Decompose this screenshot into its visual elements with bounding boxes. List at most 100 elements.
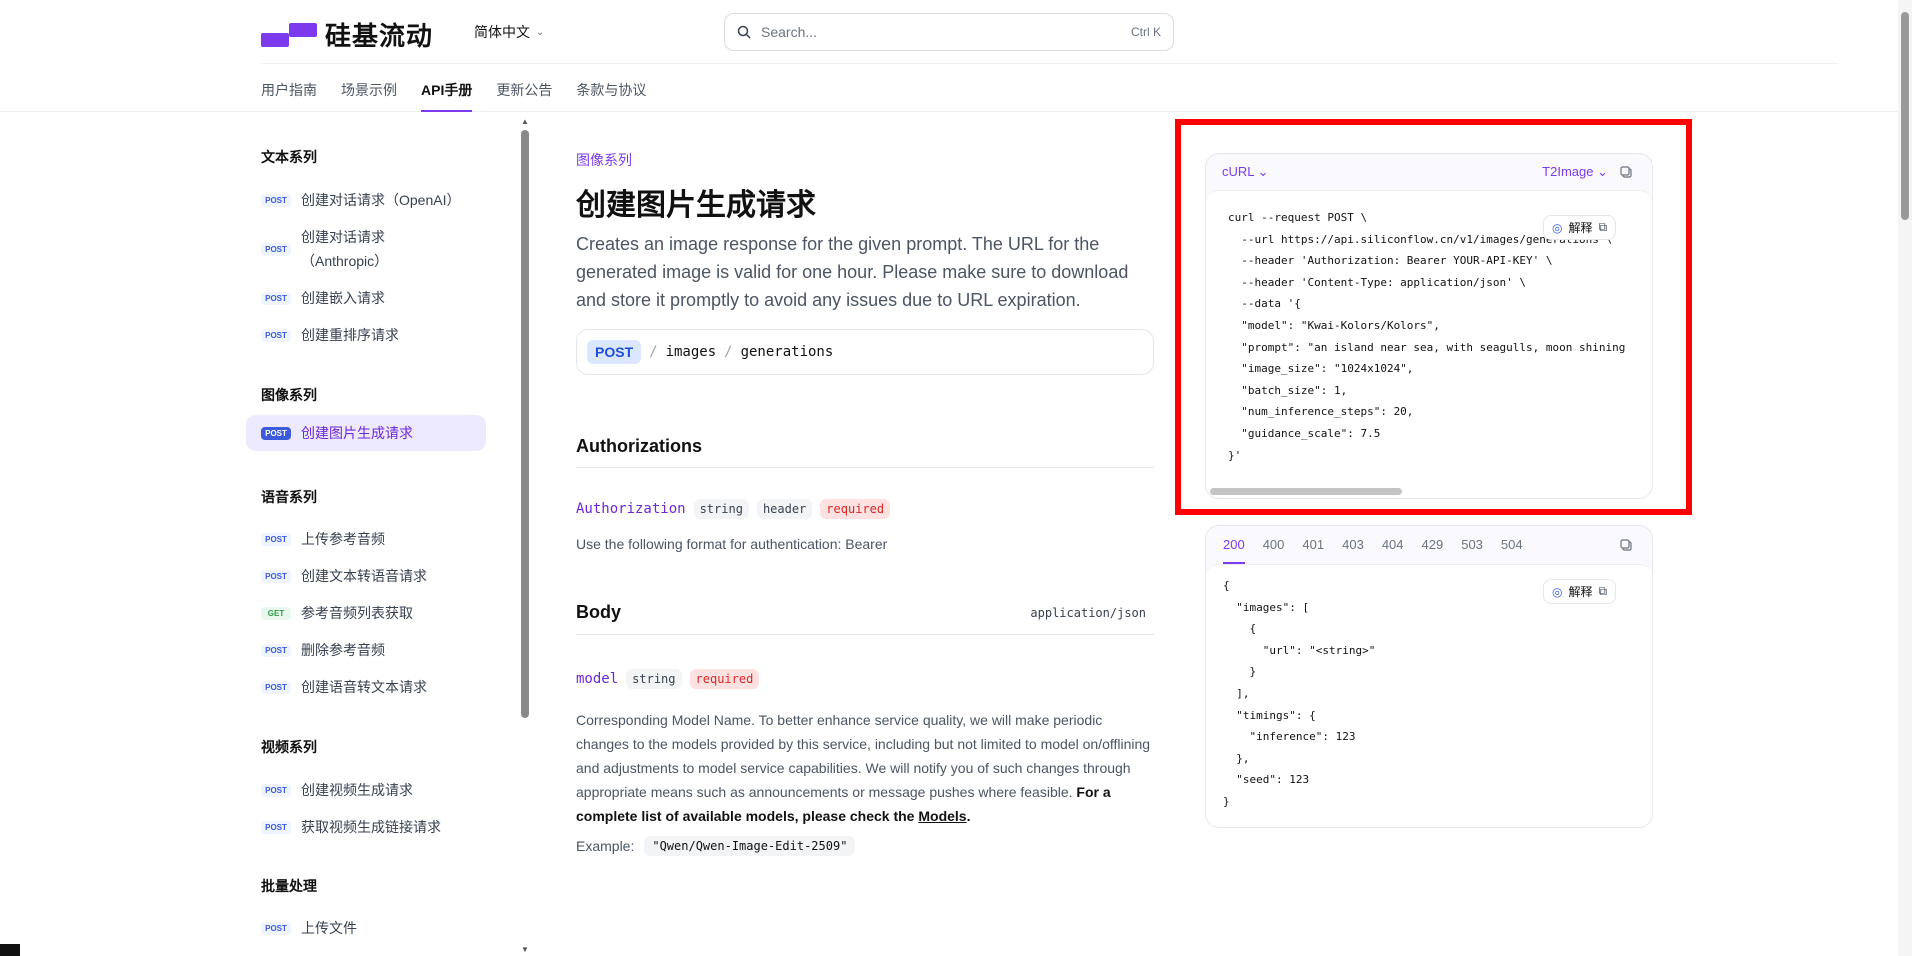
required-tag: required: [820, 499, 891, 519]
model-param-row: model string required: [576, 669, 760, 689]
auth-description: Use the following format for authenticat…: [576, 536, 888, 552]
sidebar-item-stt[interactable]: POST 创建语音转文本请求: [246, 669, 486, 705]
sidebar-scrollbar[interactable]: ▲ ▼: [520, 117, 530, 954]
status-tab[interactable]: 401: [1302, 526, 1324, 564]
explain-button[interactable]: ◎ 解释 ⧉: [1543, 579, 1617, 604]
status-tab[interactable]: 429: [1422, 526, 1444, 564]
sidebar-item-embeddings[interactable]: POST 创建嵌入请求: [246, 280, 486, 316]
breadcrumb: 图像系列: [576, 152, 632, 168]
sidebar-group-title: 语音系列: [261, 489, 317, 505]
status-tab[interactable]: 403: [1342, 526, 1364, 564]
logo[interactable]: 硅基流动: [261, 16, 433, 53]
period: .: [966, 808, 971, 824]
model-description: Corresponding Model Name. To better enha…: [576, 708, 1154, 828]
status-tab[interactable]: 200: [1223, 526, 1245, 564]
sidebar-item-label-line1: 创建对话请求: [301, 229, 385, 245]
page-title: 创建图片生成请求: [576, 189, 816, 222]
body-heading: Body: [576, 602, 621, 622]
chevron-down-icon: ⌄: [536, 26, 545, 38]
sidebar-item-label: 创建重排序请求: [301, 327, 399, 343]
tab-terms[interactable]: 条款与协议: [576, 72, 646, 112]
sidebar-item-upload-file[interactable]: POST 上传文件: [246, 910, 486, 946]
search-icon: [737, 25, 751, 39]
page-scrollbar[interactable]: [1898, 0, 1912, 956]
scroll-up-icon[interactable]: ▲: [521, 117, 529, 126]
response-code: { "images": [ { "url": "<string>" } ], "…: [1223, 575, 1375, 813]
code-line: {: [1223, 579, 1230, 592]
sidebar-item-label: 创建嵌入请求: [301, 290, 385, 306]
path-separator: /: [724, 344, 733, 360]
example-row: Example: "Qwen/Qwen-Image-Edit-2509": [576, 836, 856, 856]
sidebar-item-label-line2: （Anthropic）: [301, 253, 389, 269]
code-line: "images": [: [1223, 600, 1310, 614]
copy-icon[interactable]: ⧉: [1599, 584, 1608, 599]
param-name: model: [576, 671, 619, 687]
sidebar-item-label: 创建对话请求（OpenAI）: [301, 192, 461, 208]
status-tab[interactable]: 504: [1501, 526, 1523, 564]
example-label: Example:: [576, 838, 635, 854]
sidebar-item-image-generation[interactable]: POST 创建图片生成请求: [246, 415, 486, 451]
code-line: "seed": 123: [1223, 773, 1310, 787]
models-link[interactable]: Models: [918, 808, 966, 824]
language-selector[interactable]: 简体中文 ⌄: [474, 22, 544, 42]
scroll-down-icon[interactable]: ▼: [521, 945, 529, 954]
search-shortcut: Ctrl K: [1131, 25, 1161, 39]
sidebar-item-chat-openai[interactable]: POST 创建对话请求（OpenAI）: [246, 182, 486, 218]
param-type-tag: string: [626, 669, 682, 689]
method-badge: POST: [261, 329, 291, 342]
authorizations-heading: Authorizations: [576, 436, 702, 456]
sidebar-item-label: 上传文件: [301, 920, 357, 936]
status-tab[interactable]: 404: [1382, 526, 1404, 564]
status-tab[interactable]: 503: [1461, 526, 1483, 564]
code-line: }: [1223, 665, 1257, 679]
ai-icon: ◎: [1552, 584, 1563, 599]
tab-api-manual[interactable]: API手册: [421, 72, 473, 112]
highlight-box: [1175, 119, 1692, 515]
sidebar-group-title: 视频系列: [261, 739, 317, 755]
response-code-body: { "images": [ { "url": "<string>" } ], "…: [1206, 564, 1652, 827]
explain-label: 解释: [1568, 585, 1593, 599]
sidebar-group-title: 批量处理: [261, 878, 317, 894]
param-type-tag: string: [693, 499, 749, 519]
logo-mark-icon: [261, 21, 317, 49]
sidebar-item-rerank[interactable]: POST 创建重排序请求: [246, 317, 486, 353]
sidebar-item-label: 获取视频生成链接请求: [301, 819, 441, 835]
sidebar-item-label: 创建语音转文本请求: [301, 679, 427, 695]
divider: [576, 634, 1154, 635]
tab-user-guide[interactable]: 用户指南: [261, 72, 317, 112]
code-line: "inference": 123: [1223, 730, 1356, 744]
code-line: "timings": {: [1223, 708, 1316, 722]
top-header: 硅基流动 简体中文 ⌄ Ctrl K 用户指南 场景示例 API手册 更新公告 …: [0, 0, 1898, 112]
corner-artifact: [0, 944, 20, 956]
language-label: 简体中文: [474, 24, 530, 40]
copy-icon[interactable]: [1619, 538, 1633, 552]
sidebar-scroll-thumb[interactable]: [521, 130, 529, 718]
page-scroll-thumb[interactable]: [1901, 12, 1909, 220]
required-tag: required: [689, 669, 760, 689]
search-box[interactable]: Ctrl K: [724, 13, 1174, 51]
sidebar-item-upload-audio[interactable]: POST 上传参考音频: [246, 521, 486, 557]
search-input[interactable]: [761, 24, 1121, 40]
status-code-tabs: 200 400 401 403 404 429 503 504: [1206, 526, 1652, 564]
param-location-tag: header: [756, 499, 813, 519]
status-tab[interactable]: 400: [1263, 526, 1285, 564]
sidebar-item-label: 删除参考音频: [301, 642, 385, 658]
tab-changelog[interactable]: 更新公告: [496, 72, 552, 112]
logo-text: 硅基流动: [325, 21, 434, 51]
model-description-text: Corresponding Model Name. To better enha…: [576, 712, 1151, 800]
sidebar-item-chat-anthropic[interactable]: POST 创建对话请求 （Anthropic）: [246, 219, 486, 279]
tab-scenarios[interactable]: 场景示例: [341, 72, 397, 112]
sidebar-item-label: 创建图片生成请求: [301, 425, 413, 441]
path-separator: /: [649, 344, 658, 360]
sidebar-item-label: 创建视频生成请求: [301, 782, 413, 798]
sidebar-item-video-link[interactable]: POST 获取视频生成链接请求: [246, 809, 486, 845]
sidebar-item-delete-audio[interactable]: POST 删除参考音频: [246, 632, 486, 668]
method-badge: POST: [261, 243, 291, 256]
method-badge: POST: [261, 427, 291, 440]
sidebar-item-video-generation[interactable]: POST 创建视频生成请求: [246, 772, 486, 808]
param-name: Authorization: [576, 501, 686, 517]
method-badge: GET: [261, 607, 291, 620]
sidebar-item-audio-list[interactable]: GET 参考音频列表获取: [246, 595, 486, 631]
sidebar-item-tts[interactable]: POST 创建文本转语音请求: [246, 558, 486, 594]
endpoint-bar[interactable]: POST / images / generations: [576, 329, 1154, 375]
